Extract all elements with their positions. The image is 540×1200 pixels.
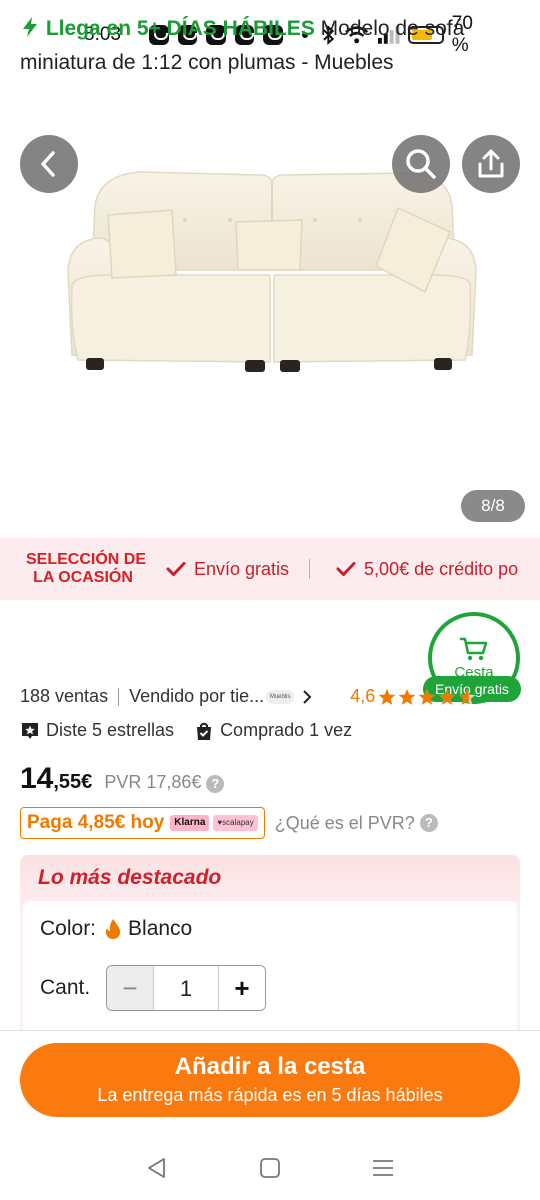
sales-count: 188 ventas bbox=[20, 686, 109, 706]
search-icon bbox=[406, 149, 436, 179]
user-badges-row: Diste 5 estrellas Comprado 1 vez bbox=[20, 720, 352, 741]
occasion-logo-line1: SELECCIÓN DE bbox=[26, 551, 147, 568]
pay-later-box[interactable]: Paga 4,85€ hoy Klarna ♥scalapay bbox=[20, 807, 265, 839]
search-button[interactable] bbox=[392, 135, 450, 193]
star-review-icon bbox=[22, 722, 38, 739]
nav-back-icon[interactable] bbox=[145, 1156, 169, 1180]
pay-today-text: Paga 4,85€ hoy bbox=[27, 812, 165, 833]
scalapay-logo: ♥scalapay bbox=[213, 815, 258, 831]
pvr-question-link[interactable]: ¿Qué es el PVR? bbox=[275, 813, 415, 834]
highlights-section: Lo más destacado Color: Blanco Cant. − 1… bbox=[20, 855, 520, 1055]
quantity-row: Cant. − 1 + bbox=[40, 965, 266, 1011]
shopping-bag-icon bbox=[197, 722, 212, 740]
star-icon bbox=[418, 688, 436, 705]
add-to-cart-label: Añadir a la cesta bbox=[174, 1053, 366, 1080]
highlights-title: Lo más destacado bbox=[38, 866, 222, 889]
quantity-increase-button[interactable]: + bbox=[219, 966, 265, 1010]
share-button[interactable] bbox=[462, 135, 520, 193]
price-decimal: ,55€ bbox=[53, 771, 93, 793]
color-selector[interactable]: Color: Blanco bbox=[40, 917, 192, 941]
rating-stars[interactable] bbox=[378, 687, 478, 707]
badge-bought-once: Comprado 1 vez bbox=[220, 720, 353, 740]
product-meta-row: 188 ventas Vendido por tie... Mueblis 4,… bbox=[20, 686, 520, 707]
nav-home-icon[interactable] bbox=[258, 1156, 282, 1180]
price-row: 14 ,55€ PVR 17,86€ ? bbox=[20, 762, 225, 796]
occasion-logo-line2: LA OCASIÓN bbox=[33, 569, 133, 586]
occasion-logo: SELECCIÓN DE LA OCASIÓN bbox=[0, 551, 147, 587]
quantity-decrease-button[interactable]: − bbox=[107, 966, 153, 1010]
promo-banner[interactable]: SELECCIÓN DE LA OCASIÓN Envío gratis 5,0… bbox=[0, 538, 540, 600]
check-icon bbox=[336, 562, 356, 576]
help-icon[interactable]: ? bbox=[419, 814, 438, 832]
star-icon bbox=[438, 688, 456, 705]
bottom-action-bar: Añadir a la cesta La entrega más rápida … bbox=[0, 1030, 540, 1136]
quantity-stepper[interactable]: − 1 + bbox=[106, 965, 266, 1011]
rating-value: 4,6 bbox=[350, 686, 376, 706]
seller-link[interactable]: Vendido por tie... bbox=[129, 686, 264, 707]
banner-item-free-shipping: Envío gratis bbox=[166, 559, 289, 580]
star-icon bbox=[398, 688, 416, 705]
product-image-gallery[interactable] bbox=[0, 70, 540, 525]
seller-logo: Mueblis bbox=[266, 689, 295, 704]
banner-item-credit: 5,00€ de crédito po bbox=[336, 559, 518, 580]
divider bbox=[309, 559, 311, 579]
delivery-tag: Llega en 5+ DÍAS HÁBILES bbox=[45, 17, 315, 40]
chevron-right-icon[interactable] bbox=[300, 689, 314, 705]
lightning-icon bbox=[23, 17, 37, 37]
back-button[interactable] bbox=[20, 135, 78, 193]
add-to-cart-sublabel: La entrega más rápida es en 5 días hábil… bbox=[97, 1085, 443, 1105]
banner-item-label: 5,00€ de crédito po bbox=[364, 558, 519, 579]
star-icon bbox=[458, 688, 476, 705]
help-icon[interactable]: ? bbox=[206, 775, 225, 793]
badge-stars-given: Diste 5 estrellas bbox=[46, 720, 175, 740]
product-image-sofa bbox=[67, 171, 477, 372]
color-label: Color: bbox=[40, 917, 97, 940]
pay-today-row: Paga 4,85€ hoy Klarna ♥scalapay ¿Qué es … bbox=[20, 807, 438, 839]
chevron-left-icon bbox=[41, 151, 55, 177]
quantity-label: Cant. bbox=[40, 976, 91, 999]
nav-recents-icon[interactable] bbox=[371, 1156, 395, 1180]
color-value: Blanco bbox=[128, 917, 193, 940]
cart-icon bbox=[459, 637, 488, 660]
quantity-value[interactable]: 1 bbox=[153, 966, 219, 1010]
flame-icon bbox=[105, 919, 121, 939]
image-counter: 8/8 bbox=[461, 490, 525, 522]
banner-item-label: Envío gratis bbox=[194, 558, 290, 579]
pvr-price: PVR 17,86€ bbox=[104, 772, 202, 792]
price-integer: 14 bbox=[20, 762, 54, 795]
divider bbox=[118, 687, 120, 706]
star-icon bbox=[378, 688, 396, 705]
klarna-logo: Klarna bbox=[170, 815, 210, 831]
share-icon bbox=[478, 149, 504, 178]
add-to-cart-button[interactable]: Añadir a la cesta La entrega más rápida … bbox=[20, 1043, 520, 1117]
check-icon bbox=[166, 562, 186, 576]
system-nav-bar bbox=[0, 1136, 540, 1200]
product-title: Llega en 5+ DÍAS HÁBILES Modelo de sofá … bbox=[20, 12, 520, 84]
